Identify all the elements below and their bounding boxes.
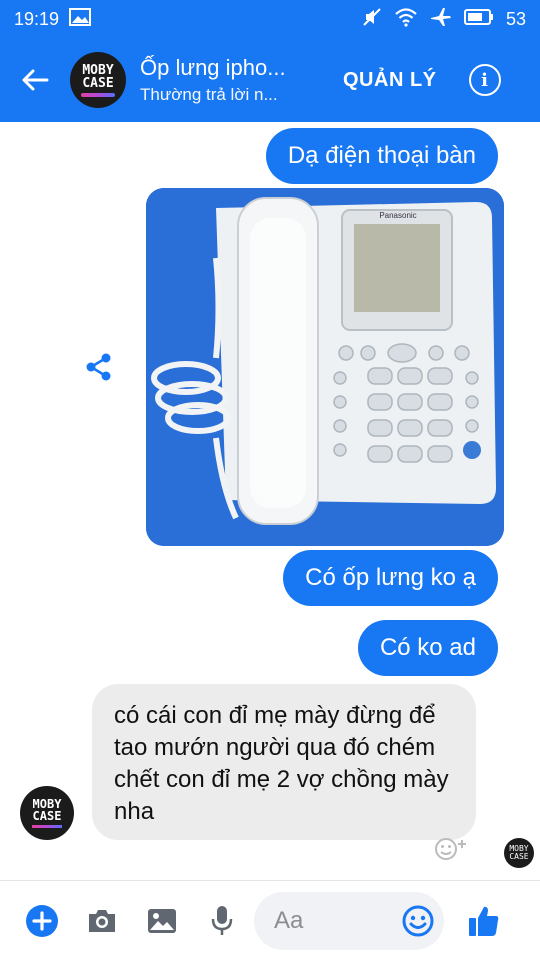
like-icon (469, 906, 499, 936)
add-reaction-icon[interactable] (432, 834, 472, 864)
back-button[interactable] (0, 38, 70, 122)
camera-icon (89, 909, 115, 932)
mic-icon (211, 905, 233, 935)
message-outgoing[interactable]: Có ốp lưng ko ạ (283, 550, 498, 606)
message-outgoing[interactable]: Dạ điện thoại bàn (265, 128, 498, 184)
conversation-header: MOBY CASE Ốp lưng ipho... Thường trả lời… (0, 38, 540, 122)
message-list: Dạ điện thoại bàn Panasonic Có ốp lưng k… (0, 122, 540, 880)
message-outgoing[interactable]: Có ko ad (357, 620, 498, 676)
response-time-subtitle: Thường trả lời n... (140, 85, 278, 104)
status-bar: 19:19 53 (0, 0, 540, 38)
manage-button[interactable]: QUẢN LÝ (343, 69, 437, 92)
avatar[interactable]: MOBY CASE (20, 786, 74, 840)
gallery-button[interactable] (132, 891, 192, 951)
message-input-wrap[interactable] (254, 891, 444, 950)
mute-icon (362, 7, 382, 32)
message-incoming[interactable]: có cái con đỉ mẹ mày đừng để tao mướn ng… (92, 684, 476, 840)
gallery-icon (69, 7, 92, 31)
voice-button[interactable] (192, 891, 252, 951)
airplane-icon (430, 7, 452, 32)
emoji-icon[interactable] (402, 905, 434, 937)
battery-icon (463, 8, 494, 30)
message-photo-desk-phone[interactable]: Panasonic (146, 188, 504, 546)
wifi-icon (394, 7, 418, 32)
page-title: Ốp lưng ipho... (140, 55, 286, 80)
like-button[interactable] (454, 891, 514, 951)
conversation-title-block[interactable]: Ốp lưng ipho... Thường trả lời n... (140, 55, 325, 105)
status-time: 19:19 (14, 8, 60, 29)
share-icon[interactable] (84, 352, 114, 387)
add-button[interactable] (12, 891, 72, 951)
message-composer (0, 880, 540, 960)
info-icon[interactable]: i (468, 64, 501, 96)
message-input[interactable] (274, 906, 402, 935)
image-icon (148, 908, 176, 933)
back-arrow-icon (22, 69, 49, 91)
add-icon (26, 904, 58, 937)
camera-button[interactable] (72, 891, 132, 951)
seen-avatar: MOBY CASE (504, 838, 534, 868)
battery-level: 53 (505, 8, 526, 29)
photo-brand-label: Panasonic (379, 211, 416, 220)
avatar[interactable]: MOBY CASE (70, 52, 126, 108)
